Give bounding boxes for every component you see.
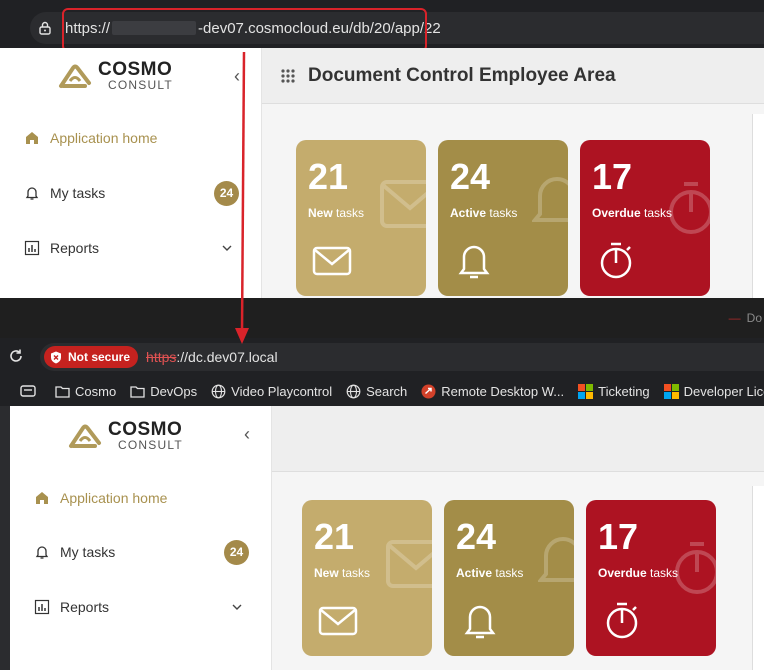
tile-active-tasks[interactable]: 24 Active tasks	[438, 140, 568, 296]
page-header-bottom	[272, 406, 764, 472]
app-grid-icon[interactable]	[280, 68, 296, 84]
logo-mark-icon	[59, 64, 91, 88]
sidebar-item-label: My tasks	[50, 185, 106, 201]
warning-shield-icon	[51, 351, 61, 363]
envelope-icon	[312, 246, 352, 276]
sidebar-item-application-home[interactable]: Application home	[24, 130, 239, 146]
url-scheme: https	[146, 349, 177, 365]
globe-icon	[346, 384, 361, 398]
globe-icon	[211, 384, 226, 398]
logo[interactable]: COSMO CONSULT	[58, 60, 173, 91]
sidebar-item-reports[interactable]: Reports	[24, 240, 239, 256]
envelope-bg-icon	[380, 180, 426, 228]
envelope-bg-icon	[386, 540, 432, 588]
microsoft-icon	[663, 383, 679, 399]
lock-icon	[39, 21, 51, 35]
tile-count: 17	[592, 156, 633, 197]
app-window-bottom: COSMO CONSULT ‹ Application home My task…	[10, 406, 764, 670]
logo[interactable]: COSMO CONSULT	[68, 420, 183, 451]
collapse-sidebar-icon[interactable]: ‹	[244, 424, 250, 445]
sidebar-item-label: My tasks	[60, 544, 116, 560]
tile-count: 24	[450, 156, 491, 197]
stopwatch-icon	[606, 602, 638, 639]
tile-label: New tasks	[308, 206, 365, 220]
bookmark-search[interactable]: Search	[346, 384, 407, 399]
bookmark-ticketing[interactable]: Ticketing	[578, 383, 650, 399]
tab-search-icon[interactable]	[20, 384, 41, 398]
bookmark-cosmo[interactable]: Cosmo	[55, 384, 116, 399]
tile-count: 21	[314, 516, 355, 557]
bookmark-developer-licen[interactable]: Developer Licen	[663, 383, 764, 399]
sidebar-item-application-home[interactable]: Application home	[34, 490, 249, 506]
address-bar-bottom[interactable]: Not secure https ://dc.dev07.local	[40, 343, 764, 371]
url-highlight-box	[62, 8, 427, 52]
reports-icon	[34, 599, 50, 615]
tile-label: Active tasks	[456, 566, 524, 580]
remote-desktop-icon	[421, 384, 436, 398]
sidebar-item-my-tasks[interactable]: My tasks 24	[24, 180, 239, 206]
bookmark-remote-desktop[interactable]: Remote Desktop W...	[421, 384, 564, 399]
reload-icon[interactable]	[8, 348, 24, 364]
tasks-count-badge: 24	[224, 539, 249, 565]
sidebar-bottom: COSMO CONSULT ‹ Application home My task…	[10, 406, 272, 670]
stopwatch-icon	[600, 242, 632, 279]
bookmark-devops[interactable]: DevOps	[130, 384, 197, 399]
sidebar-item-label: Application home	[50, 130, 158, 146]
sidebar-item-label: Reports	[50, 240, 100, 256]
right-panel-edge	[752, 486, 764, 670]
tab-title-fragment[interactable]: — Do	[729, 311, 762, 325]
bell-icon	[34, 544, 50, 560]
logo-word-cosmo: COSMO	[98, 59, 173, 80]
url-host: ://dc.dev07.local	[176, 349, 278, 365]
chevron-down-icon[interactable]	[231, 601, 243, 613]
home-icon	[34, 490, 50, 506]
tile-count: 21	[308, 156, 349, 197]
sidebar-top: COSMO CONSULT ‹ Application home My task…	[0, 48, 262, 298]
tile-overdue-tasks[interactable]: 17 Overdue tasks	[580, 140, 710, 296]
annotation-arrow	[235, 52, 249, 344]
window-left-edge	[0, 406, 10, 670]
microsoft-icon	[578, 383, 594, 399]
right-panel-edge	[752, 114, 764, 298]
tile-count: 17	[598, 516, 639, 557]
tile-label: New tasks	[314, 566, 371, 580]
stopwatch-bg-icon	[675, 542, 716, 594]
bookmark-video-playcontrol[interactable]: Video Playcontrol	[211, 384, 332, 399]
envelope-icon	[318, 606, 358, 636]
folder-icon	[130, 385, 145, 398]
logo-word-consult: CONSULT	[118, 438, 183, 452]
sidebar-item-label: Application home	[60, 490, 168, 506]
sidebar-item-reports[interactable]: Reports	[34, 599, 249, 615]
bell-icon	[464, 605, 496, 639]
reports-icon	[24, 240, 40, 256]
bell-icon	[24, 185, 40, 201]
bell-icon	[458, 245, 490, 279]
logo-mark-icon	[69, 424, 101, 448]
stopwatch-bg-icon	[669, 182, 710, 234]
tile-overdue-tasks[interactable]: 17 Overdue tasks	[586, 500, 716, 656]
tile-new-tasks[interactable]: 21 New tasks	[296, 140, 426, 296]
tile-label: Overdue tasks	[592, 206, 673, 220]
bookmarks-bar: Cosmo DevOps Video Playcontrol Search Re…	[0, 378, 764, 404]
tile-label: Overdue tasks	[598, 566, 679, 580]
tile-new-tasks[interactable]: 21 New tasks	[302, 500, 432, 656]
folder-icon	[55, 385, 70, 398]
app-window-top: COSMO CONSULT ‹ Application home My task…	[0, 48, 764, 298]
tile-count: 24	[456, 516, 497, 557]
second-window-titlebar	[0, 298, 764, 338]
page-title: Document Control Employee Area	[308, 65, 616, 86]
not-secure-chip[interactable]: Not secure	[44, 346, 139, 368]
logo-word-consult: CONSULT	[108, 78, 173, 92]
bell-bg-icon	[538, 537, 574, 582]
home-icon	[24, 130, 40, 146]
tile-label: Active tasks	[450, 206, 518, 220]
sidebar-item-my-tasks[interactable]: My tasks 24	[34, 539, 249, 565]
bell-bg-icon	[532, 177, 568, 222]
tile-active-tasks[interactable]: 24 Active tasks	[444, 500, 574, 656]
logo-word-cosmo: COSMO	[108, 419, 183, 440]
sidebar-item-label: Reports	[60, 599, 110, 615]
